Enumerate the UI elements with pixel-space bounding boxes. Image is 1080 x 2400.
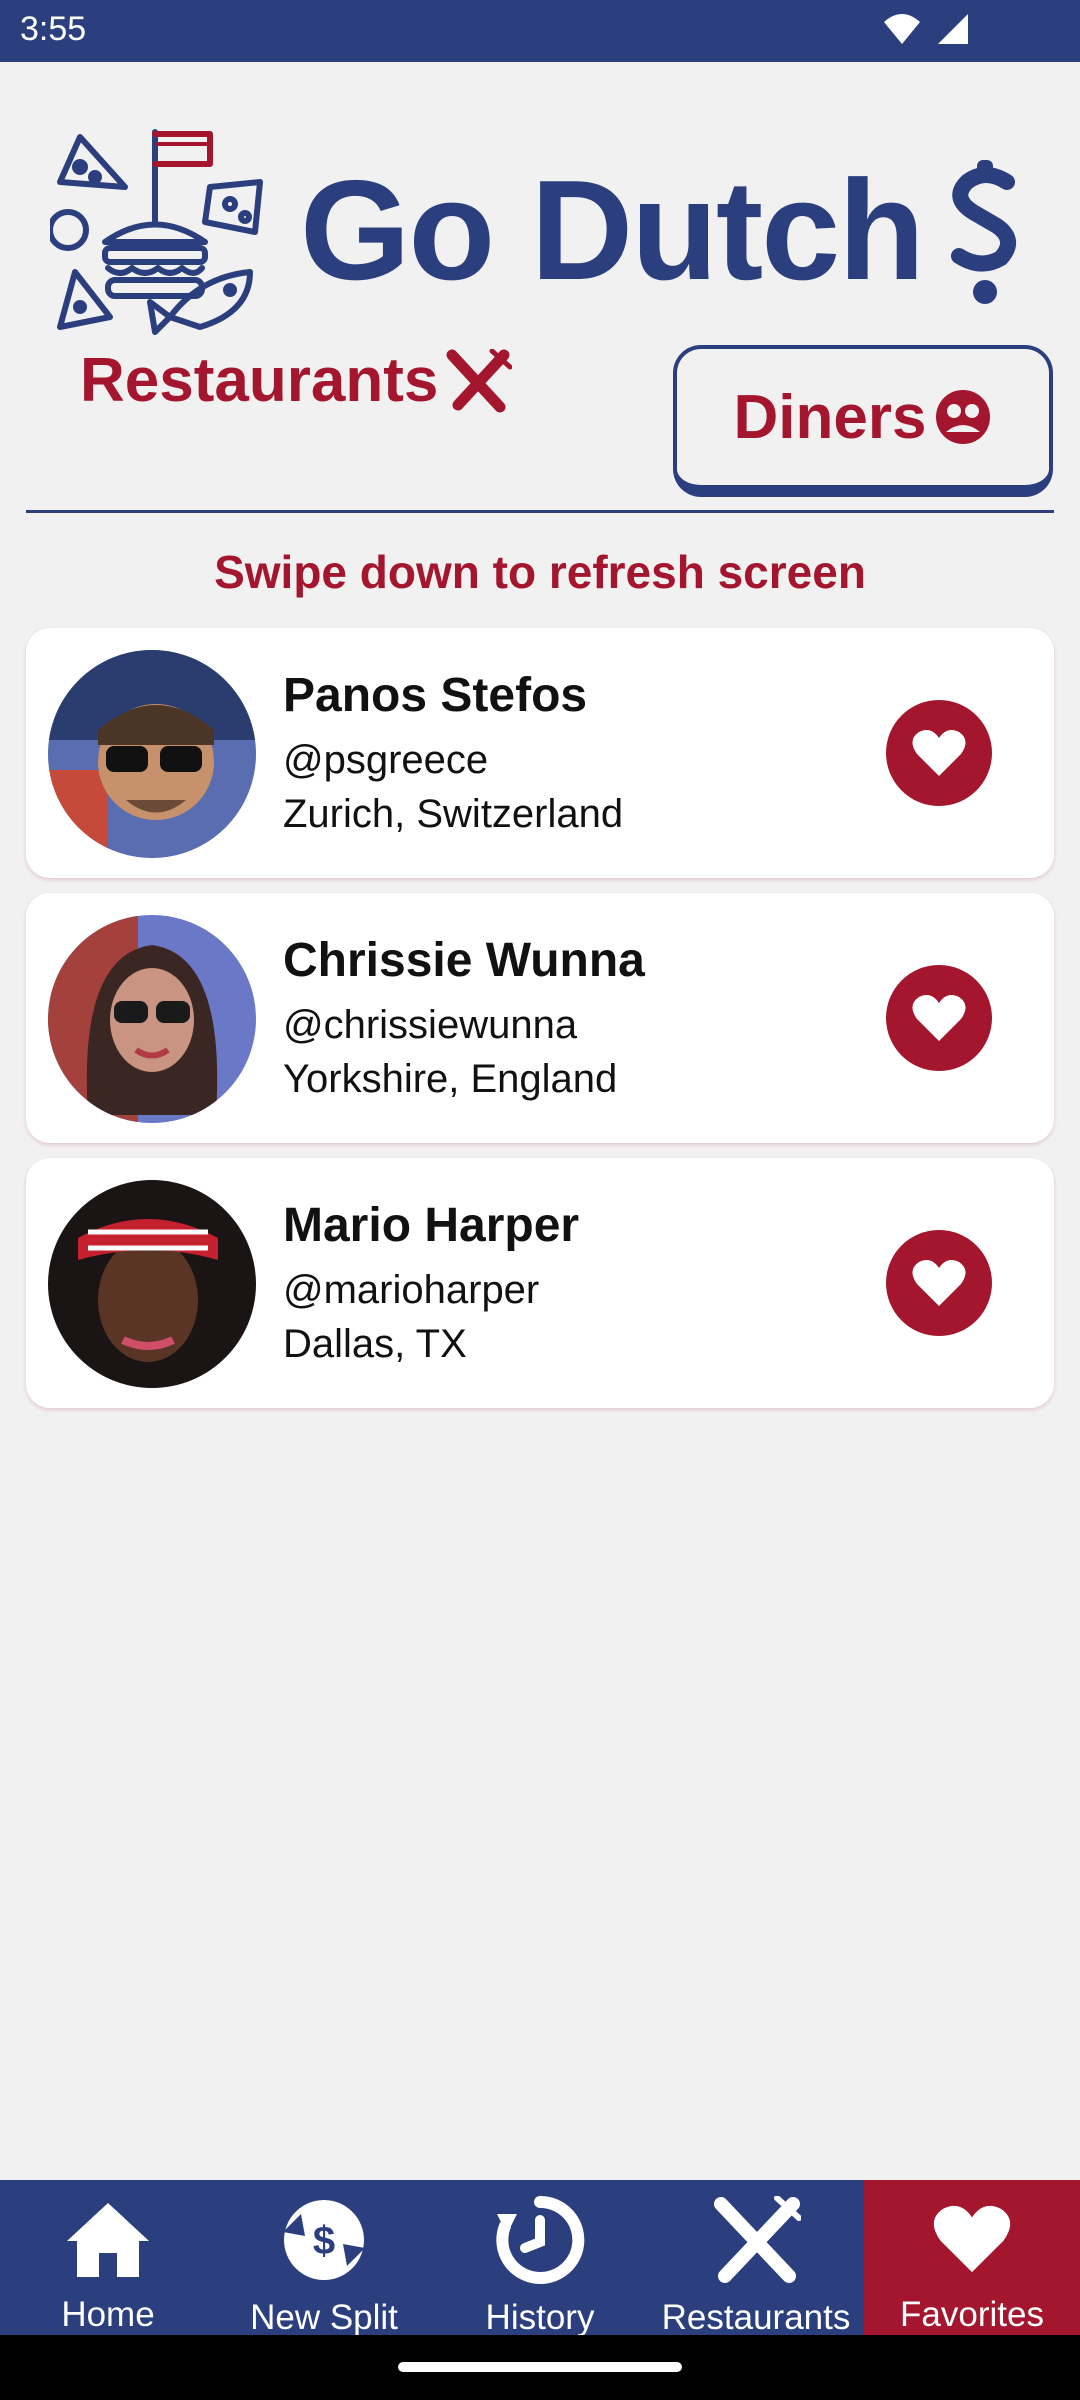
diner-handle: @chrissiewunna: [283, 1003, 578, 1047]
nav-new-split-label: New Split: [250, 2298, 398, 2337]
home-gesture-handle[interactable]: [398, 2362, 682, 2372]
heart-icon: [912, 995, 966, 1041]
nav-favorites-label: Favorites: [900, 2295, 1044, 2334]
diner-card-mario[interactable]: Mario Harper @marioharper Dallas, TX: [26, 1158, 1054, 1408]
tab-diners-label: Diners: [733, 382, 927, 452]
status-bar: 3:55: [0, 0, 1080, 62]
heart-icon: [912, 730, 966, 776]
avatar: [48, 650, 256, 858]
heart-icon: [912, 1260, 966, 1306]
svg-text:$: $: [313, 2219, 335, 2263]
tab-diners[interactable]: Diners: [673, 345, 1053, 497]
status-time: 3:55: [20, 10, 87, 48]
nav-home[interactable]: Home: [0, 2180, 216, 2335]
tab-restaurants[interactable]: Restaurants: [80, 345, 513, 416]
fork-knife-icon: [446, 348, 513, 412]
diner-card-chrissie[interactable]: Chrissie Wunna @chrissiewunna Yorkshire,…: [26, 893, 1054, 1143]
diner-location: Dallas, TX: [283, 1322, 467, 1366]
favorite-button[interactable]: [886, 965, 992, 1071]
diner-location: Yorkshire, England: [283, 1057, 618, 1101]
favorite-button[interactable]: [886, 1230, 992, 1336]
signal-icon: [938, 14, 968, 44]
heart-icon: [933, 2205, 1011, 2272]
avatar: [48, 1180, 256, 1388]
diner-handle: @psgreece: [283, 738, 489, 782]
nav-new-split[interactable]: $ New Split: [216, 2180, 432, 2337]
fork-knife-icon: [714, 2196, 801, 2283]
diner-name: Panos Stefos: [283, 669, 588, 722]
refresh-hint: Swipe down to refresh screen: [214, 546, 866, 598]
favorite-button[interactable]: [886, 700, 992, 806]
nav-restaurants[interactable]: Restaurants: [648, 2180, 864, 2337]
diner-name: Mario Harper: [283, 1199, 580, 1252]
system-nav-bar: [0, 2335, 1080, 2400]
nav-home-label: Home: [61, 2295, 155, 2334]
nav-history-label: History: [485, 2298, 595, 2337]
diner-handle: @marioharper: [283, 1268, 540, 1312]
history-icon: [496, 2196, 585, 2284]
dollar-icon: [951, 160, 1016, 304]
header-divider: [26, 510, 1054, 513]
diner-card-panos[interactable]: Panos Stefos @psgreece Zurich, Switzerla…: [26, 628, 1054, 878]
avatar: [48, 915, 256, 1123]
logo-food-icon: [50, 129, 263, 335]
home-icon: [67, 2202, 149, 2277]
wifi-icon: [884, 14, 920, 44]
diner-location: Zurich, Switzerland: [283, 792, 624, 836]
tab-restaurants-label: Restaurants: [80, 346, 439, 415]
user-circle-icon: [936, 390, 991, 444]
nav-favorites[interactable]: Favorites: [864, 2180, 1080, 2335]
status-icons: [882, 12, 970, 46]
split-dollar-icon: $: [283, 2200, 365, 2280]
bottom-nav: Home $ New Split History Restaurants Fav…: [0, 2180, 1080, 2337]
nav-restaurants-label: Restaurants: [661, 2298, 851, 2337]
diner-name: Chrissie Wunna: [283, 934, 645, 987]
nav-history[interactable]: History: [432, 2180, 648, 2337]
app-title: Go Dutch: [300, 151, 925, 310]
